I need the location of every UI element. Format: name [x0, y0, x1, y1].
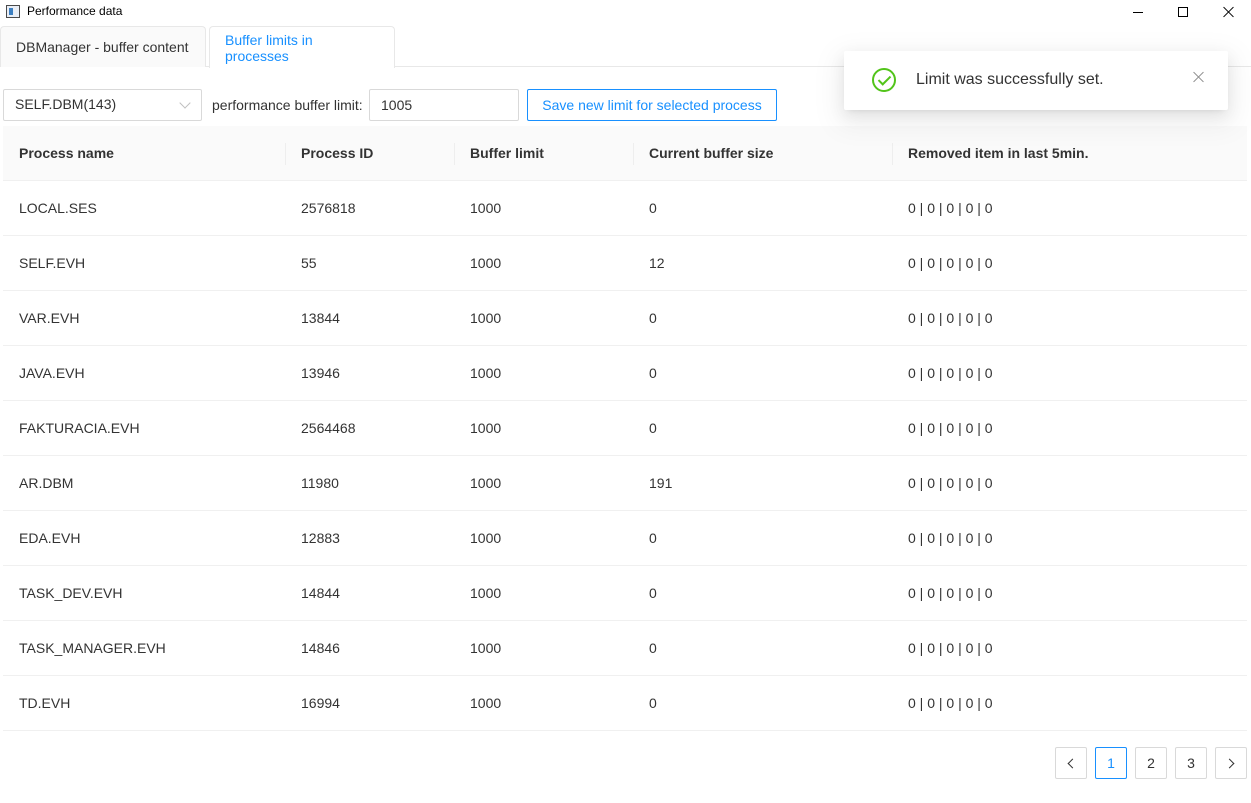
- process-id-cell: 13844: [301, 310, 340, 326]
- process-name-cell: VAR.EVH: [19, 310, 80, 326]
- column-header-process-name: Process name: [19, 145, 114, 161]
- process-name-cell: EDA.EVH: [19, 530, 81, 546]
- process-id-cell: 12883: [301, 530, 340, 546]
- title-bar: Performance data: [0, 0, 1251, 24]
- column-header-removed-items: Removed item in last 5min.: [892, 126, 1247, 180]
- process-name-cell: LOCAL.SES: [19, 200, 97, 216]
- pagination-prev-button[interactable]: [1055, 747, 1087, 779]
- tab-dbmanager-buffer-content[interactable]: DBManager - buffer content: [0, 26, 206, 67]
- process-id-cell: 16994: [301, 695, 340, 711]
- removed-items-cell: 0 | 0 | 0 | 0 | 0: [908, 640, 993, 656]
- buffer-limit-cell: 1000: [470, 255, 502, 271]
- current-buffer-size-cell: 12: [649, 255, 665, 271]
- process-name-cell: JAVA.EVH: [19, 365, 85, 381]
- removed-items-cell: 0 | 0 | 0 | 0 | 0: [908, 310, 993, 326]
- pagination-next-button[interactable]: [1215, 747, 1247, 779]
- column-header-process-id: Process ID: [285, 126, 454, 180]
- tab-buffer-limits[interactable]: Buffer limits in processes: [209, 26, 395, 68]
- removed-items-cell: 0 | 0 | 0 | 0 | 0: [908, 255, 993, 271]
- removed-items-cell: 0 | 0 | 0 | 0 | 0: [908, 530, 993, 546]
- process-id-cell: 55: [301, 255, 317, 271]
- check-circle-icon: [872, 68, 896, 92]
- removed-items-cell: 0 | 0 | 0 | 0 | 0: [908, 695, 993, 711]
- process-name-cell: SELF.EVH: [19, 255, 86, 271]
- minimize-button[interactable]: [1115, 0, 1161, 24]
- pagination-page-2[interactable]: 2: [1135, 747, 1167, 779]
- current-buffer-size-cell: 191: [649, 475, 673, 491]
- current-buffer-size-cell: 0: [649, 695, 657, 711]
- buffer-limit-cell: 1000: [470, 640, 502, 656]
- removed-items-cell: 0 | 0 | 0 | 0 | 0: [908, 475, 993, 491]
- chevron-down-icon: [179, 97, 191, 109]
- chevron-right-icon: [1224, 758, 1235, 768]
- table-body: LOCAL.SES 2576818 1000 0 0 | 0 | 0 | 0 | 0 SE…: [3, 181, 1247, 731]
- process-table: Process name Process ID Buffer limit Cur…: [3, 126, 1247, 731]
- process-select-value: SELF.DBM(143): [15, 96, 117, 112]
- table-row[interactable]: FAKTURACIA.EVH 2564468 1000 0 0 | 0 | 0 | 0 …: [3, 401, 1247, 456]
- removed-items-cell: 0 | 0 | 0 | 0 | 0: [908, 200, 993, 216]
- success-notification: Limit was successfully set.: [844, 51, 1228, 110]
- buffer-limit-label: performance buffer limit:: [212, 97, 363, 113]
- current-buffer-size-cell: 0: [649, 640, 657, 656]
- process-name-cell: TASK_DEV.EVH: [19, 585, 123, 601]
- buffer-limit-cell: 1000: [470, 420, 502, 436]
- process-id-cell: 2564468: [301, 420, 356, 436]
- process-id-cell: 14844: [301, 585, 340, 601]
- pagination-page-1[interactable]: 1: [1095, 747, 1127, 779]
- close-window-button[interactable]: [1206, 0, 1251, 24]
- current-buffer-size-cell: 0: [649, 420, 657, 436]
- removed-items-cell: 0 | 0 | 0 | 0 | 0: [908, 420, 993, 436]
- table-row[interactable]: LOCAL.SES 2576818 1000 0 0 | 0 | 0 | 0 | 0: [3, 181, 1247, 236]
- column-header-buffer-limit: Buffer limit: [454, 126, 633, 180]
- window-title: Performance data: [27, 4, 123, 18]
- current-buffer-size-cell: 0: [649, 365, 657, 381]
- chevron-left-icon: [1067, 758, 1078, 768]
- current-buffer-size-cell: 0: [649, 530, 657, 546]
- table-row[interactable]: TD.EVH 16994 1000 0 0 | 0 | 0 | 0 | 0: [3, 676, 1247, 731]
- process-id-cell: 11980: [301, 475, 339, 491]
- buffer-limit-cell: 1000: [470, 695, 502, 711]
- table-row[interactable]: VAR.EVH 13844 1000 0 0 | 0 | 0 | 0 | 0: [3, 291, 1247, 346]
- table-row[interactable]: AR.DBM 11980 1000 191 0 | 0 | 0 | 0 | 0: [3, 456, 1247, 511]
- app-window-icon: [6, 5, 20, 18]
- table-row[interactable]: JAVA.EVH 13946 1000 0 0 | 0 | 0 | 0 | 0: [3, 346, 1247, 401]
- buffer-limit-cell: 1000: [470, 585, 502, 601]
- notification-close-icon[interactable]: [1193, 71, 1205, 83]
- column-header-current-buffer-size: Current buffer size: [633, 126, 892, 180]
- table-row[interactable]: SELF.EVH 55 1000 12 0 | 0 | 0 | 0 | 0: [3, 236, 1247, 291]
- maximize-button[interactable]: [1160, 0, 1206, 24]
- buffer-limit-cell: 1000: [470, 475, 502, 491]
- table-row[interactable]: EDA.EVH 12883 1000 0 0 | 0 | 0 | 0 | 0: [3, 511, 1247, 566]
- process-name-cell: TD.EVH: [19, 695, 71, 711]
- buffer-limit-cell: 1000: [470, 310, 502, 326]
- pagination-page-3[interactable]: 3: [1175, 747, 1207, 779]
- buffer-limit-cell: 1000: [470, 530, 502, 546]
- current-buffer-size-cell: 0: [649, 310, 657, 326]
- removed-items-cell: 0 | 0 | 0 | 0 | 0: [908, 585, 993, 601]
- buffer-limit-cell: 1000: [470, 200, 502, 216]
- table-header: Process name Process ID Buffer limit Cur…: [3, 126, 1247, 181]
- table-row[interactable]: TASK_DEV.EVH 14844 1000 0 0 | 0 | 0 | 0 | 0: [3, 566, 1247, 621]
- buffer-limit-cell: 1000: [470, 365, 502, 381]
- process-name-cell: TASK_MANAGER.EVH: [19, 640, 166, 656]
- process-id-cell: 13946: [301, 365, 340, 381]
- removed-items-cell: 0 | 0 | 0 | 0 | 0: [908, 365, 993, 381]
- process-select[interactable]: SELF.DBM(143): [3, 89, 202, 121]
- current-buffer-size-cell: 0: [649, 585, 657, 601]
- minimize-icon: [1133, 11, 1143, 13]
- process-name-cell: FAKTURACIA.EVH: [19, 420, 140, 436]
- buffer-limit-input[interactable]: [369, 89, 519, 121]
- close-icon: [1223, 6, 1235, 18]
- process-name-cell: AR.DBM: [19, 475, 74, 491]
- save-limit-button[interactable]: Save new limit for selected process: [527, 89, 777, 121]
- table-row[interactable]: TASK_MANAGER.EVH 14846 1000 0 0 | 0 | 0 | 0 …: [3, 621, 1247, 676]
- process-id-cell: 14846: [301, 640, 340, 656]
- notification-message: Limit was successfully set.: [916, 71, 1104, 88]
- process-id-cell: 2576818: [301, 200, 356, 216]
- maximize-icon: [1178, 7, 1188, 17]
- current-buffer-size-cell: 0: [649, 200, 657, 216]
